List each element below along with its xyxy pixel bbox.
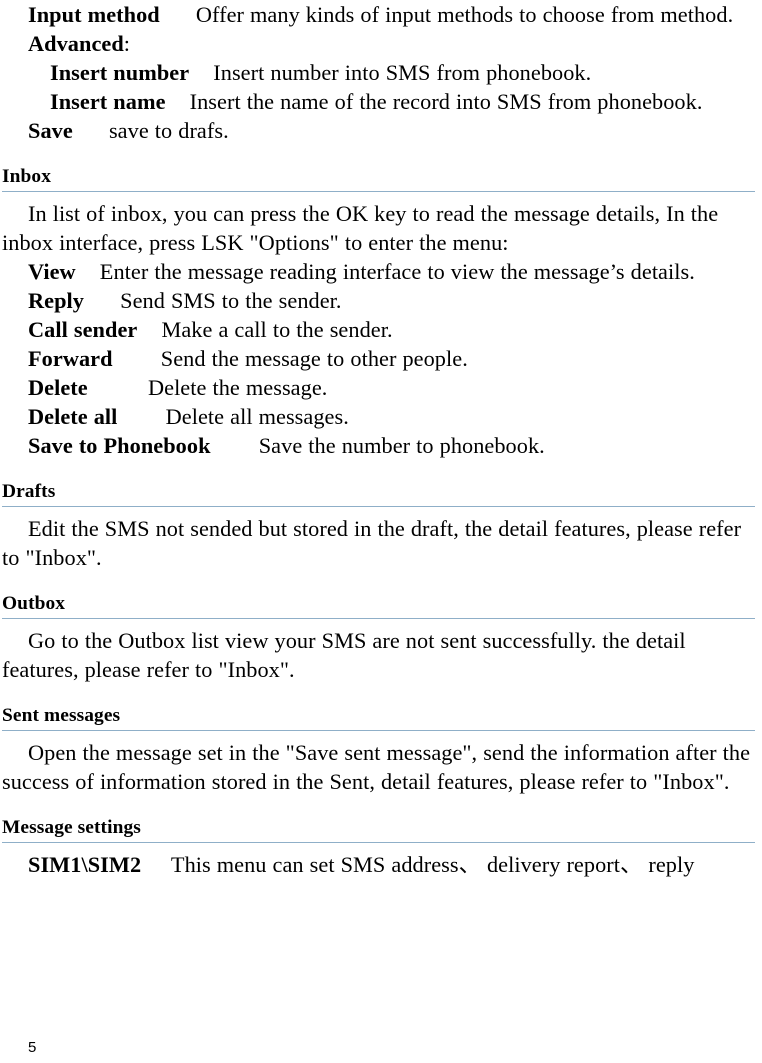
term-label: Delete <box>28 375 88 400</box>
paragraph-text: save to drafs. <box>108 118 229 143</box>
paragraph-text: In list of inbox, you can press the OK k… <box>2 201 725 255</box>
rule-spacer <box>2 731 756 738</box>
term-label: Insert number <box>50 60 190 85</box>
term-label: Save to Phonebook <box>28 433 211 458</box>
paragraph-text: Send SMS to the sender. <box>120 288 342 313</box>
paragraph: Delete all Delete all messages. <box>2 402 756 431</box>
heading-text: Sent messages <box>2 705 121 726</box>
paragraph-text: Enter the message reading interface to v… <box>99 259 695 284</box>
paragraph: Advanced: <box>2 29 756 58</box>
term-label: Input method <box>28 2 160 27</box>
paragraph: Open the message set in the "Save sent m… <box>2 738 756 796</box>
section-heading-inbox: Inbox <box>2 164 756 192</box>
paragraph-text: Delete all messages. <box>165 404 349 429</box>
term-gap <box>141 852 171 877</box>
term-gap <box>166 89 190 114</box>
paragraph-text: Go to the Outbox list view your SMS are … <box>2 628 692 682</box>
term-gap <box>137 317 161 342</box>
paragraph: Insert name Insert the name of the recor… <box>2 87 756 116</box>
paragraph-text: : <box>123 31 131 56</box>
term-gap <box>84 288 120 313</box>
heading-text: Outbox <box>2 593 66 614</box>
page-content: Input method Offer many kinds of input m… <box>2 0 756 879</box>
term-gap <box>73 118 109 143</box>
paragraph-text: Save the number to phonebook. <box>258 433 545 458</box>
paragraph: Insert number Insert number into SMS fro… <box>2 58 756 87</box>
term-gap <box>189 60 213 85</box>
paragraph: In list of inbox, you can press the OK k… <box>2 199 756 257</box>
section-heading-message-settings: Message settings <box>2 815 756 843</box>
term-label: Forward <box>28 346 113 371</box>
paragraph-text: Make a call to the sender. <box>161 317 393 342</box>
paragraph: Input method Offer many kinds of input m… <box>2 0 756 29</box>
term-label: Save <box>28 118 73 143</box>
heading-text: Inbox <box>2 166 52 187</box>
paragraph-text: Insert the name of the record into SMS f… <box>189 89 703 114</box>
paragraph-text: Delete the message. <box>147 375 328 400</box>
section-heading-sent-messages: Sent messages <box>2 703 756 731</box>
term-gap <box>113 346 161 371</box>
term-gap <box>211 433 259 458</box>
term-gap <box>76 259 100 284</box>
paragraph: View Enter the message reading interface… <box>2 257 756 286</box>
term-gap <box>117 404 165 429</box>
paragraph-text: Insert number into SMS from phonebook. <box>213 60 592 85</box>
heading-text: Message settings <box>2 817 141 838</box>
paragraph: Save save to drafs. <box>2 116 756 145</box>
term-label: Reply <box>28 288 84 313</box>
paragraph: Save to Phonebook Save the number to pho… <box>2 431 756 460</box>
paragraph: Delete Delete the message. <box>2 373 756 402</box>
paragraph: Reply Send SMS to the sender. <box>2 286 756 315</box>
term-label: Delete all <box>28 404 118 429</box>
paragraph-text: Open the message set in the "Save sent m… <box>2 740 757 794</box>
term-label: Call sender <box>28 317 138 342</box>
paragraph-text: Edit the SMS not sended but stored in th… <box>2 516 748 570</box>
rule-spacer <box>2 843 756 850</box>
page-number: 5 <box>28 1039 37 1056</box>
rule-spacer <box>2 507 756 514</box>
term-label: View <box>28 259 76 284</box>
term-gap <box>160 2 196 27</box>
paragraph: Call sender Make a call to the sender. <box>2 315 756 344</box>
paragraph: Edit the SMS not sended but stored in th… <box>2 514 756 572</box>
term-label: Advanced <box>28 31 124 56</box>
paragraph-text: This menu can set SMS address、 delivery … <box>170 852 695 877</box>
paragraph-text: Offer many kinds of input methods to cho… <box>195 2 734 27</box>
section-heading-outbox: Outbox <box>2 591 756 619</box>
paragraph: SIM1\SIM2 This menu can set SMS address、… <box>2 850 756 879</box>
term-label: SIM1\SIM2 <box>28 852 142 877</box>
paragraph: Forward Send the message to other people… <box>2 344 756 373</box>
paragraph: Go to the Outbox list view your SMS are … <box>2 626 756 684</box>
rule-spacer <box>2 619 756 626</box>
section-heading-drafts: Drafts <box>2 479 756 507</box>
heading-text: Drafts <box>2 481 56 502</box>
paragraph-text: Send the message to other people. <box>160 346 468 371</box>
term-label: Insert name <box>50 89 166 114</box>
rule-spacer <box>2 192 756 199</box>
term-gap <box>88 375 148 400</box>
manual-page: Input method Offer many kinds of input m… <box>0 0 762 1063</box>
